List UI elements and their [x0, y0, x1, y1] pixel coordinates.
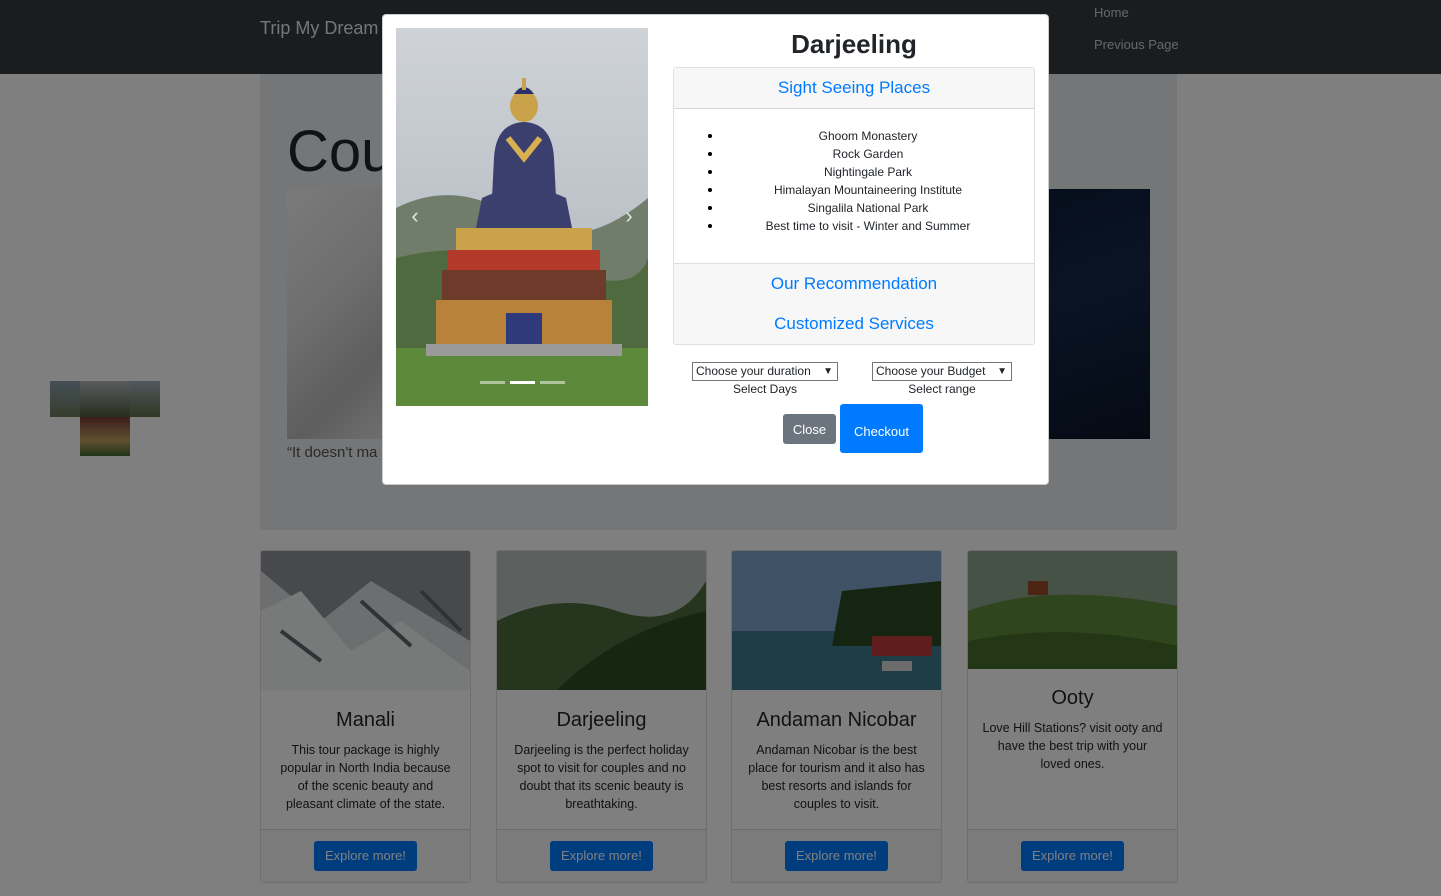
accordion-header-sight-seeing[interactable]: Sight Seeing Places — [674, 68, 1034, 109]
list-item: Singalila National Park — [708, 199, 1028, 217]
duration-select[interactable]: Choose your duration ▼ — [692, 362, 838, 381]
destination-modal: ‹ › Darjeeling Sight Seeing Places Ghoom… — [382, 14, 1049, 485]
list-item: Rock Garden — [708, 145, 1028, 163]
accordion: Sight Seeing Places Ghoom Monastery Rock… — [673, 67, 1035, 345]
accordion-header-customized-services[interactable]: Customized Services — [674, 304, 1034, 344]
duration-label: Select Days — [732, 382, 798, 396]
carousel-indicator-active[interactable] — [510, 381, 535, 384]
modal-title: Darjeeling — [791, 29, 917, 59]
list-item: Nightingale Park — [708, 163, 1028, 181]
checkout-button[interactable]: Checkout — [840, 404, 923, 453]
duration-select-value: Choose your duration — [696, 364, 811, 378]
chevron-right-icon[interactable]: › — [617, 204, 641, 228]
sight-seeing-list: Ghoom Monastery Rock Garden Nightingale … — [708, 127, 1028, 235]
budget-label: Select range — [908, 382, 976, 396]
budget-select[interactable]: Choose your Budget ▼ — [872, 362, 1012, 381]
list-item: Ghoom Monastery — [708, 127, 1028, 145]
caret-down-icon: ▼ — [823, 366, 833, 377]
carousel-indicator[interactable] — [540, 381, 565, 384]
list-item: Himalayan Mountaineering Institute — [708, 181, 1028, 199]
list-item: Best time to visit - Winter and Summer — [708, 217, 1028, 235]
accordion-header-recommendation[interactable]: Our Recommendation — [674, 264, 1034, 305]
image-carousel: ‹ › — [396, 28, 648, 406]
close-button[interactable]: Close — [783, 414, 836, 444]
carousel-slide-image — [396, 28, 648, 406]
carousel-indicator[interactable] — [480, 381, 505, 384]
checkout-button-label: Checkout — [854, 424, 909, 439]
accordion-body-sight-seeing: Ghoom Monastery Rock Garden Nightingale … — [674, 109, 1034, 264]
chevron-left-icon[interactable]: ‹ — [403, 204, 427, 228]
budget-select-value: Choose your Budget — [876, 364, 986, 378]
caret-down-icon: ▼ — [997, 366, 1007, 377]
